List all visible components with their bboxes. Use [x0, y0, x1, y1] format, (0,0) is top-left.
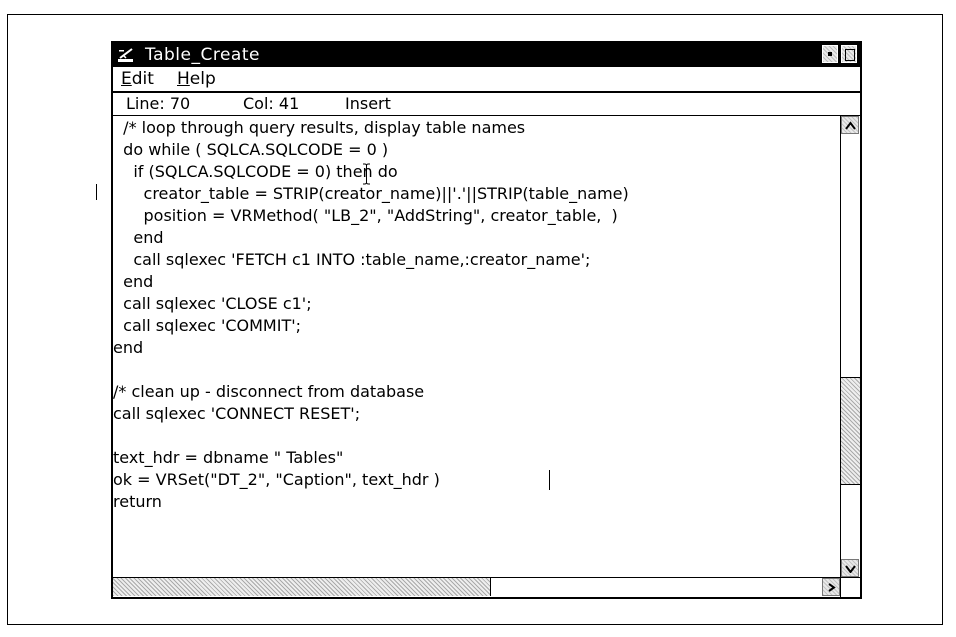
status-bar: Line: 70 Col: 41 Insert: [113, 93, 860, 116]
status-column: Col: 41: [243, 94, 300, 113]
horizontal-scroll-thumb[interactable]: [113, 578, 491, 596]
status-line: Line: 70: [126, 94, 191, 113]
vertical-scroll-thumb[interactable]: [841, 377, 860, 485]
code-line: creator_table = STRIP(creator_name)||'.'…: [113, 184, 629, 203]
i-beam-cursor-icon: [363, 163, 370, 185]
code-line: end: [113, 272, 154, 291]
minimize-icon[interactable]: [822, 45, 838, 63]
vertical-scrollbar[interactable]: [840, 116, 860, 577]
menu-edit-label: dit: [131, 69, 154, 89]
code-line: end: [113, 338, 144, 357]
menu-edit-mnemonic: E: [121, 69, 132, 89]
code-line: /* loop through query results, display t…: [113, 118, 526, 137]
code-line: call sqlexec 'CLOSE c1';: [113, 294, 312, 313]
title-bar[interactable]: Table_Create: [113, 43, 860, 67]
window-title: Table_Create: [145, 45, 260, 65]
code-line: /* clean up - disconnect from database: [113, 382, 425, 401]
horizontal-scrollbar[interactable]: [113, 577, 840, 597]
arrow-up-icon[interactable]: [841, 116, 859, 134]
menu-help-label: elp: [189, 69, 216, 89]
vertical-scroll-track[interactable]: [841, 486, 860, 557]
code-editor[interactable]: /* loop through query results, display t…: [113, 116, 840, 577]
scrollbar-corner: [840, 577, 860, 597]
code-line: ok = VRSet("DT_2", "Caption", text_hdr ): [113, 470, 440, 489]
code-line: call sqlexec 'FETCH c1 INTO :table_name,…: [113, 250, 591, 269]
editor-window: Table_Create Edit Help Line: 70 Col: 41 …: [111, 41, 862, 599]
arrow-down-icon[interactable]: [841, 559, 859, 577]
maximize-icon[interactable]: [841, 45, 857, 63]
code-line: do while ( SQLCA.SQLCODE = 0 ): [113, 140, 389, 159]
code-line: call sqlexec 'COMMIT';: [113, 316, 302, 335]
code-line: text_hdr = dbname " Tables": [113, 448, 344, 467]
margin-mark: [96, 184, 97, 200]
text-caret: [549, 470, 550, 490]
code-line: if (SQLCA.SQLCODE = 0) then do: [113, 162, 398, 181]
code-line: call sqlexec 'CONNECT RESET';: [113, 404, 361, 423]
arrow-right-icon[interactable]: [822, 578, 840, 596]
menu-help-mnemonic: H: [177, 69, 190, 89]
menu-help[interactable]: Help: [177, 68, 216, 90]
menu-bar: Edit Help: [113, 67, 860, 93]
menu-edit[interactable]: Edit: [121, 68, 154, 90]
code-line: return: [113, 492, 162, 511]
code-line: end: [113, 228, 164, 247]
code-line: position = VRMethod( "LB_2", "AddString"…: [113, 206, 618, 225]
system-menu-icon[interactable]: [117, 46, 135, 64]
status-insert-mode: Insert: [345, 94, 391, 113]
